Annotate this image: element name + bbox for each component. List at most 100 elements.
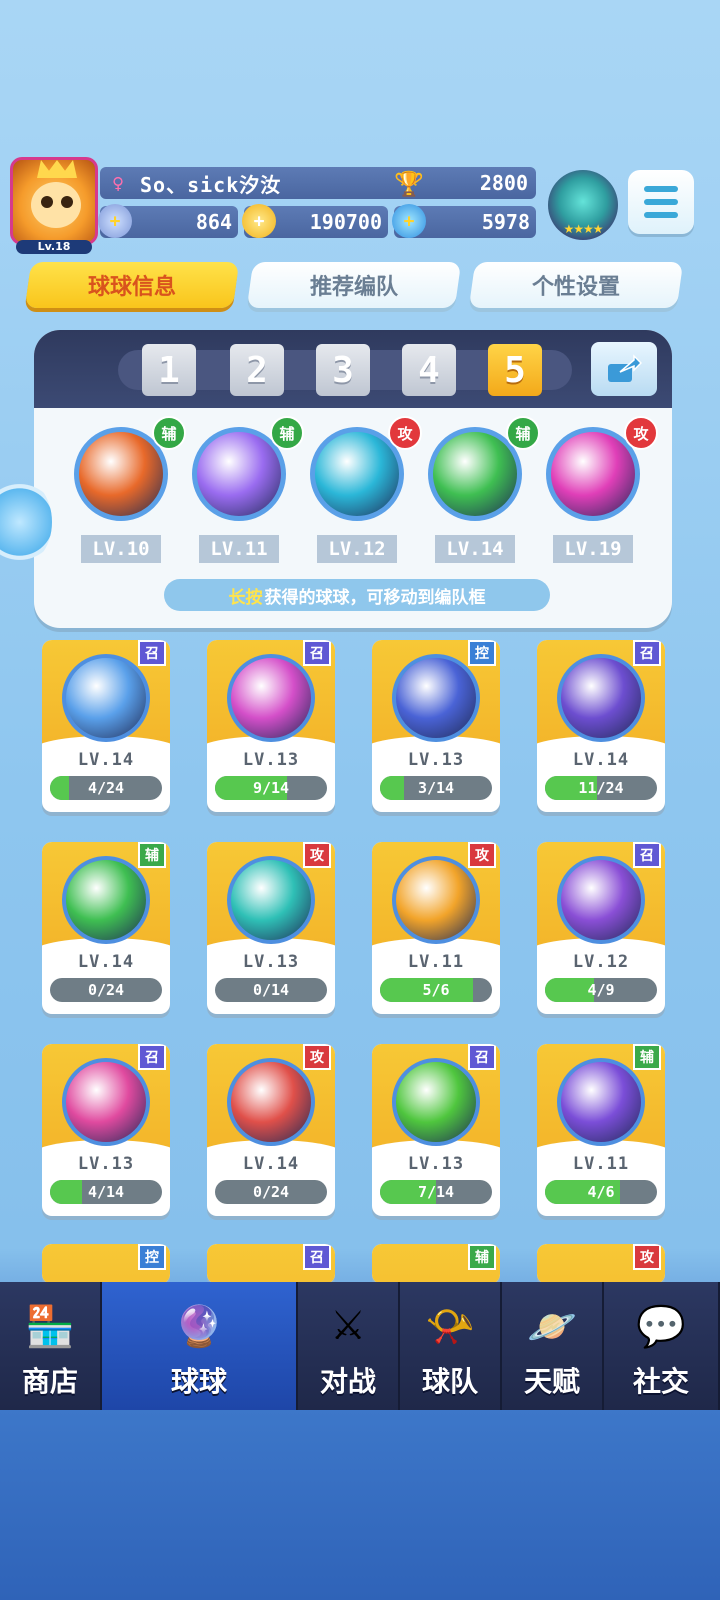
ball-card[interactable]: 召 LV.13 7/14 (372, 1044, 500, 1216)
ball-type-tag: 召 (303, 1244, 331, 1270)
ball-type-tag: 辅 (138, 842, 166, 868)
nav-label: 球球 (170, 1365, 227, 1398)
ball-progress-bar: 0/24 (215, 1180, 327, 1204)
ball-type-tag: 控 (468, 640, 496, 666)
ball-card[interactable]: 攻 LV.14 0/24 (207, 1044, 335, 1216)
team-slot-4[interactable]: 4 (402, 344, 456, 396)
menu-icon (644, 186, 678, 192)
player-level-badge: Lv.18 (16, 240, 92, 254)
team-slot-1[interactable]: 1 (142, 344, 196, 396)
nav-item-2[interactable]: ⚔ 对战 (298, 1282, 400, 1410)
ball-level: LV.13 (407, 750, 465, 770)
ball-card-partial[interactable]: 辅 (372, 1244, 500, 1284)
team-slot-2[interactable]: 2 (230, 344, 284, 396)
ball-icon (392, 1058, 480, 1146)
tab-recommended-team[interactable]: 推荐编队 (246, 262, 462, 308)
tab-personal-settings[interactable]: 个性设置 (468, 262, 684, 308)
menu-button[interactable] (628, 170, 694, 234)
ball-level: LV.14 (77, 750, 135, 770)
nav-item-3[interactable]: 📯 球队 (400, 1282, 502, 1410)
player-name-bar[interactable]: ♀ So、sick汐汝 🏆 2800 (100, 167, 536, 199)
nav-item-1[interactable]: 🔮 球球 (102, 1282, 298, 1410)
ball-progress-bar: 4/14 (50, 1180, 162, 1204)
ball-progress-bar: 3/14 (380, 776, 492, 800)
female-icon: ♀ (111, 171, 125, 195)
bottom-nav: 🏪 商店 🔮 球球 ⚔ 对战 📯 球队 🪐 天赋 💬 社交 (0, 1282, 720, 1410)
nav-label: 对战 (319, 1365, 376, 1398)
balls-icon: 🔮 (174, 1303, 224, 1350)
trophy-icon: 🏆 (394, 170, 424, 198)
ball-progress-text: 3/14 (417, 779, 455, 797)
nav-item-0[interactable]: 🏪 商店 (0, 1282, 102, 1410)
ball-icon (392, 654, 480, 742)
whistle-icon: 📯 (425, 1303, 475, 1350)
ball-icon (227, 1058, 315, 1146)
ball-type-tag: 辅 (468, 1244, 496, 1270)
ball-icon (557, 654, 645, 742)
ball-progress-bar: 4/24 (50, 776, 162, 800)
coin-plus-icon[interactable]: + (242, 204, 276, 238)
ball-type-tag: 攻 (303, 842, 331, 868)
gems-bar[interactable]: + 5978 (392, 204, 536, 238)
hint-text: 获得的球球，可移动到编队框 (264, 587, 486, 608)
ball-card[interactable]: 控 LV.13 3/14 (372, 640, 500, 812)
ball-card[interactable]: 召 LV.13 4/14 (42, 1044, 170, 1216)
ball-progress-text: 4/24 (87, 779, 125, 797)
ball-card[interactable]: 召 LV.13 9/14 (207, 640, 335, 812)
ball-progress-bar: 7/14 (380, 1180, 492, 1204)
ball-level: LV.11 (572, 1154, 630, 1174)
ball-card[interactable]: 辅 LV.14 0/24 (42, 842, 170, 1014)
ball-progress-bar: 5/6 (380, 978, 492, 1002)
share-icon (608, 354, 642, 382)
team-panel-header: 1 2 3 4 5 (34, 330, 672, 408)
team-ball-4-type-tag: 辅 (506, 416, 540, 450)
team-panel: 1 2 3 4 5 辅 LV.10 辅 LV.11 攻 LV.12 辅 LV.14 攻 LV.19… (34, 330, 672, 628)
gem-plus-icon[interactable]: + (392, 204, 426, 238)
ball-type-tag: 控 (138, 1244, 166, 1270)
shop-icon: 🏪 (25, 1303, 75, 1350)
ball-card-partial[interactable]: 召 (207, 1244, 335, 1284)
ball-type-tag: 召 (633, 842, 661, 868)
ball-card-partial[interactable]: 控 (42, 1244, 170, 1284)
ball-icon (62, 1058, 150, 1146)
ball-progress-bar: 4/6 (545, 1180, 657, 1204)
stamina-bar[interactable]: + 864 (98, 204, 238, 238)
coins-bar[interactable]: + 190700 (242, 204, 388, 238)
trophy-count: 2800 (479, 171, 528, 195)
player-avatar[interactable] (10, 157, 98, 245)
ball-icon (227, 654, 315, 742)
nav-item-4[interactable]: 🪐 天赋 (502, 1282, 604, 1410)
ball-card[interactable]: 召 LV.14 11/24 (537, 640, 665, 812)
nav-label: 商店 (21, 1365, 78, 1398)
ball-card[interactable]: 攻 LV.13 0/14 (207, 842, 335, 1014)
ball-level: LV.13 (77, 1154, 135, 1174)
ball-progress-text: 0/24 (252, 1183, 290, 1201)
ball-card[interactable]: 辅 LV.11 4/6 (537, 1044, 665, 1216)
ball-type-tag: 召 (303, 640, 331, 666)
team-ball-5-type-tag: 攻 (624, 416, 658, 450)
ball-card[interactable]: 攻 LV.11 5/6 (372, 842, 500, 1014)
ball-progress-bar: 9/14 (215, 776, 327, 800)
nav-item-5[interactable]: 💬 社交 (604, 1282, 720, 1410)
team-slot-3[interactable]: 3 (316, 344, 370, 396)
stamina-plus-icon[interactable]: + (98, 204, 132, 238)
team-ball-5-level: LV.19 (553, 535, 633, 563)
ball-card[interactable]: 召 LV.12 4/9 (537, 842, 665, 1014)
ball-type-tag: 召 (138, 1044, 166, 1070)
crown-icon (37, 160, 77, 178)
ball-progress-text: 0/24 (87, 981, 125, 999)
ball-card-partial[interactable]: 攻 (537, 1244, 665, 1284)
team-ball-3-type-tag: 攻 (388, 416, 422, 450)
ball-icon (557, 856, 645, 944)
team-slot-5[interactable]: 5 (488, 344, 542, 396)
tab-ball-info[interactable]: 球球信息 (24, 262, 240, 308)
ball-progress-text: 5/6 (422, 981, 450, 999)
ball-level: LV.14 (572, 750, 630, 770)
hint-highlight: 长按 (228, 587, 263, 608)
team-ball-1-type-tag: 辅 (152, 416, 186, 450)
ball-card[interactable]: 召 LV.14 4/24 (42, 640, 170, 812)
ball-progress-text: 4/9 (587, 981, 615, 999)
share-button[interactable] (591, 342, 657, 396)
ball-level: LV.12 (572, 952, 630, 972)
ball-level: LV.13 (407, 1154, 465, 1174)
